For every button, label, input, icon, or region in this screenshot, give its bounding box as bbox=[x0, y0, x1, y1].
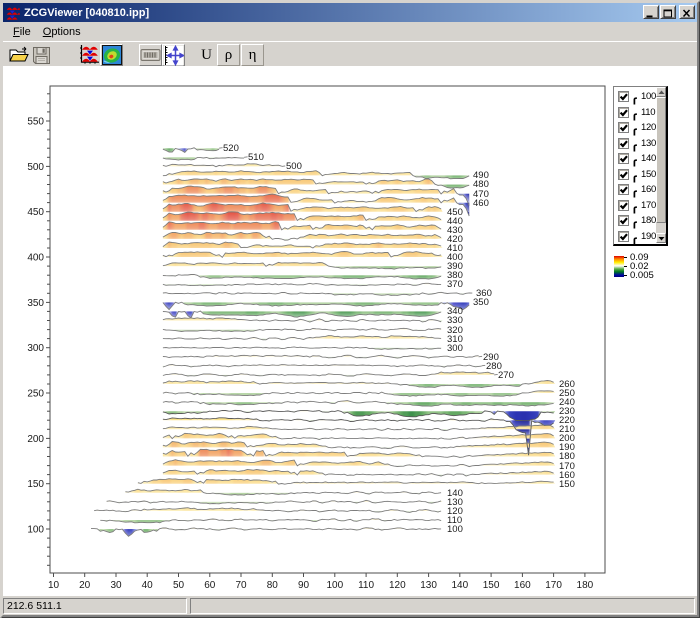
svg-text:50: 50 bbox=[173, 580, 185, 591]
svg-text:450: 450 bbox=[27, 207, 44, 218]
svg-text:350: 350 bbox=[27, 298, 44, 309]
svg-text:180: 180 bbox=[577, 580, 594, 591]
svg-text:10: 10 bbox=[48, 580, 60, 591]
svg-text:150: 150 bbox=[559, 479, 575, 490]
svg-text:460: 460 bbox=[473, 198, 489, 209]
svg-text:20: 20 bbox=[79, 580, 91, 591]
svg-text:130: 130 bbox=[420, 580, 437, 591]
svg-text:400: 400 bbox=[27, 253, 44, 264]
svg-text:250: 250 bbox=[27, 389, 44, 400]
svg-text:100: 100 bbox=[27, 525, 44, 536]
svg-text:300: 300 bbox=[27, 343, 44, 354]
svg-text:30: 30 bbox=[110, 580, 122, 591]
svg-text:200: 200 bbox=[27, 434, 44, 445]
svg-text:160: 160 bbox=[514, 580, 531, 591]
svg-text:40: 40 bbox=[142, 580, 154, 591]
svg-text:510: 510 bbox=[248, 152, 264, 163]
svg-text:140: 140 bbox=[451, 580, 468, 591]
svg-text:370: 370 bbox=[447, 279, 463, 290]
svg-text:70: 70 bbox=[235, 580, 247, 591]
svg-text:500: 500 bbox=[27, 162, 44, 173]
svg-text:100: 100 bbox=[447, 524, 463, 535]
svg-text:150: 150 bbox=[483, 580, 500, 591]
svg-text:300: 300 bbox=[447, 343, 463, 354]
svg-text:80: 80 bbox=[267, 580, 279, 591]
svg-text:60: 60 bbox=[204, 580, 216, 591]
svg-text:500: 500 bbox=[286, 161, 302, 172]
svg-text:120: 120 bbox=[389, 580, 406, 591]
svg-text:520: 520 bbox=[223, 143, 239, 154]
svg-text:110: 110 bbox=[358, 580, 374, 591]
svg-text:350: 350 bbox=[473, 297, 489, 308]
svg-text:90: 90 bbox=[298, 580, 310, 591]
svg-text:150: 150 bbox=[27, 479, 44, 490]
svg-text:170: 170 bbox=[545, 580, 562, 591]
svg-text:100: 100 bbox=[326, 580, 343, 591]
svg-text:550: 550 bbox=[27, 117, 44, 128]
svg-text:270: 270 bbox=[498, 370, 514, 381]
